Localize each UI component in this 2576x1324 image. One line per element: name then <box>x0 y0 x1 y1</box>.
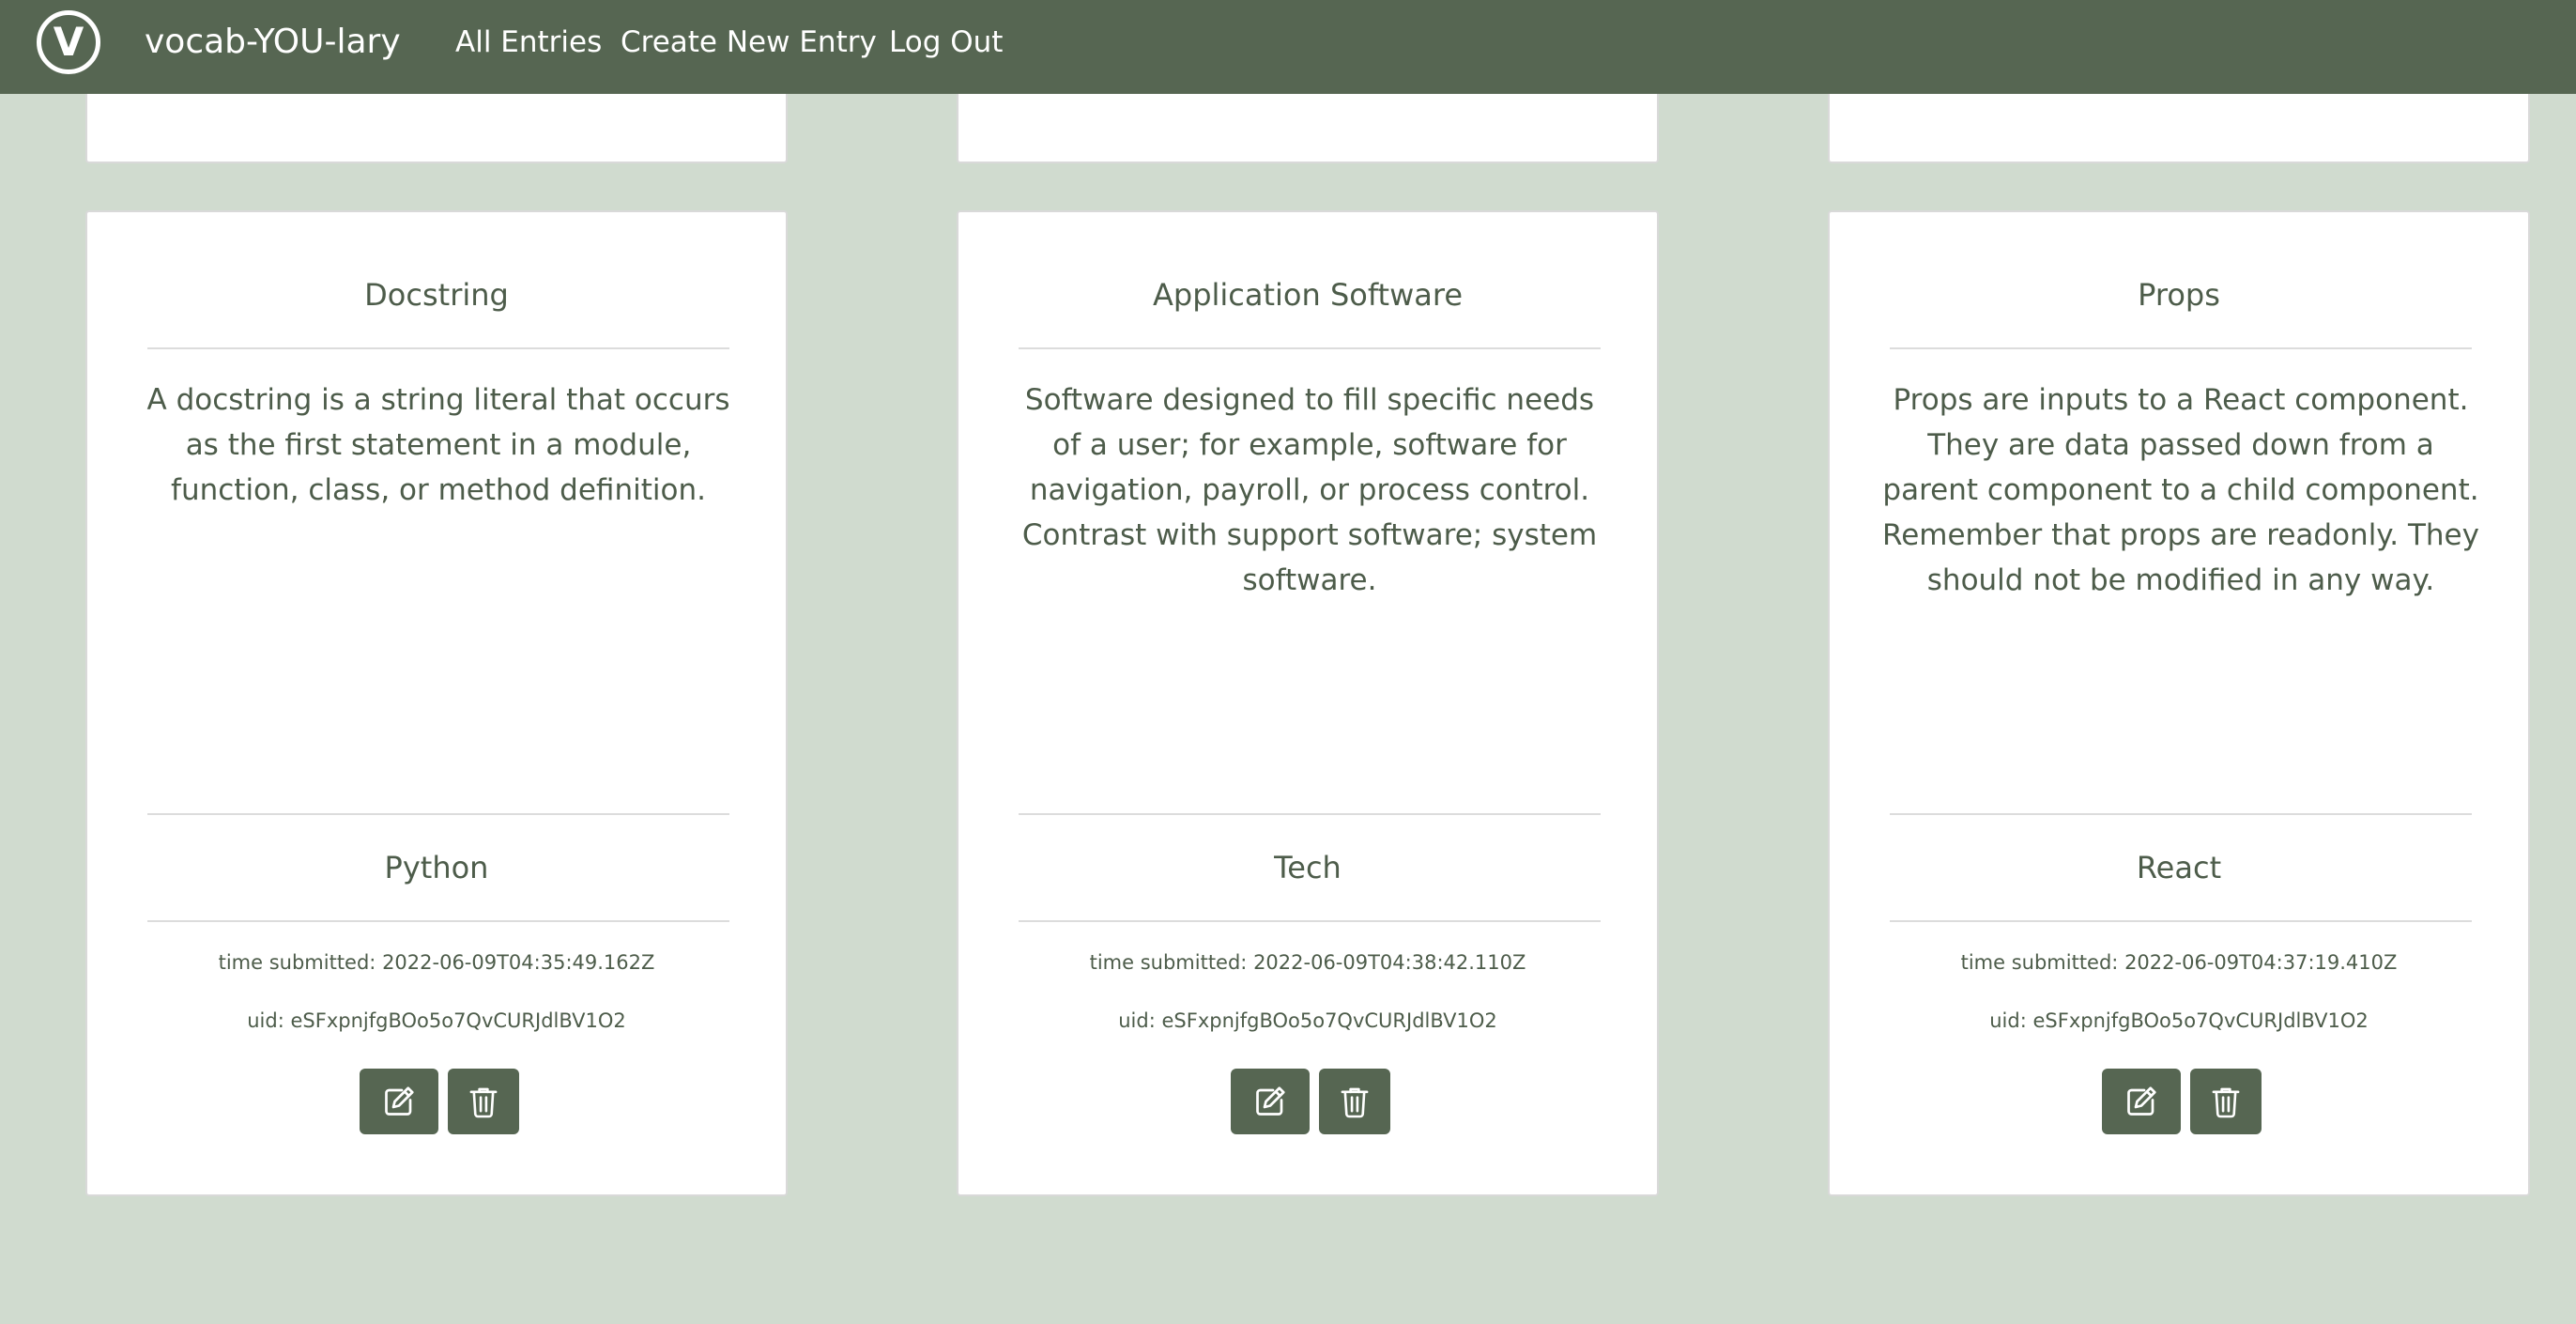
entry-category: Tech <box>1274 850 1342 885</box>
divider <box>1019 813 1601 815</box>
uid-label: uid: <box>1989 1009 2033 1032</box>
navbar: V vocab-YOU-lary All Entries Create New … <box>0 0 2576 94</box>
entry-definition: A docstring is a string literal that occ… <box>146 383 730 507</box>
divider <box>1890 920 2472 922</box>
entry-card: Application Software Software designed t… <box>957 210 1659 1196</box>
entry-definition: Props are inputs to a React component. T… <box>1882 383 2479 597</box>
trash-icon <box>2212 1087 2240 1118</box>
entry-definition: Software designed to fill specific needs… <box>1021 383 1598 597</box>
entry-card: Docstring A docstring is a string litera… <box>85 210 788 1196</box>
trash-icon <box>469 1087 498 1118</box>
entry-title: Docstring <box>364 277 509 313</box>
divider <box>1890 813 2472 815</box>
delete-button[interactable] <box>1319 1069 1390 1134</box>
entry-category: Python <box>384 850 489 885</box>
edit-button[interactable] <box>1231 1069 1310 1134</box>
time-label: time submitted: <box>218 951 383 974</box>
entry-card: Props Props are inputs to a React compon… <box>1828 210 2530 1196</box>
divider <box>147 347 729 349</box>
uid: uid: eSFxpnjfgBOo5o7QvCURJdlBV1O2 <box>87 1007 786 1035</box>
time-submitted: time submitted: 2022-06-09T04:35:49.162Z <box>87 948 786 977</box>
uid-label: uid: <box>247 1009 291 1032</box>
edit-button[interactable] <box>2102 1069 2181 1134</box>
divider <box>147 813 729 815</box>
edit-icon <box>1256 1086 1285 1116</box>
trash-icon <box>1341 1087 1369 1118</box>
uid-value: eSFxpnjfgBOo5o7QvCURJdlBV1O2 <box>290 1009 626 1032</box>
uid: uid: eSFxpnjfgBOo5o7QvCURJdlBV1O2 <box>958 1007 1657 1035</box>
time-label: time submitted: <box>1960 951 2125 974</box>
edit-button[interactable] <box>360 1069 438 1134</box>
time-label: time submitted: <box>1089 951 1254 974</box>
divider <box>1890 347 2472 349</box>
uid-value: eSFxpnjfgBOo5o7QvCURJdlBV1O2 <box>2032 1009 2369 1032</box>
logo-icon[interactable]: V <box>37 10 100 74</box>
time-submitted: time submitted: 2022-06-09T04:38:42.110Z <box>958 948 1657 977</box>
uid-value: eSFxpnjfgBOo5o7QvCURJdlBV1O2 <box>1161 1009 1497 1032</box>
delete-button[interactable] <box>448 1069 519 1134</box>
divider <box>1019 920 1601 922</box>
delete-button[interactable] <box>2190 1069 2262 1134</box>
uid: uid: eSFxpnjfgBOo5o7QvCURJdlBV1O2 <box>1830 1007 2528 1035</box>
divider <box>147 920 729 922</box>
nav-log-out[interactable]: Log Out <box>889 21 1003 64</box>
time-value: 2022-06-09T04:38:42.110Z <box>1253 951 1526 974</box>
entry-title: Application Software <box>1152 277 1464 313</box>
entry-category: React <box>2136 850 2222 885</box>
nav-all-entries[interactable]: All Entries <box>455 21 602 64</box>
uid-label: uid: <box>1118 1009 1162 1032</box>
divider <box>1019 347 1601 349</box>
brand-title[interactable]: vocab-YOU-lary <box>145 19 401 66</box>
time-submitted: time submitted: 2022-06-09T04:37:19.410Z <box>1830 948 2528 977</box>
entry-title: Props <box>2138 277 2220 313</box>
edit-icon <box>2127 1086 2156 1116</box>
time-value: 2022-06-09T04:35:49.162Z <box>382 951 655 974</box>
nav-create-new-entry[interactable]: Create New Entry <box>621 21 877 64</box>
edit-icon <box>385 1086 414 1116</box>
time-value: 2022-06-09T04:37:19.410Z <box>2124 951 2398 974</box>
